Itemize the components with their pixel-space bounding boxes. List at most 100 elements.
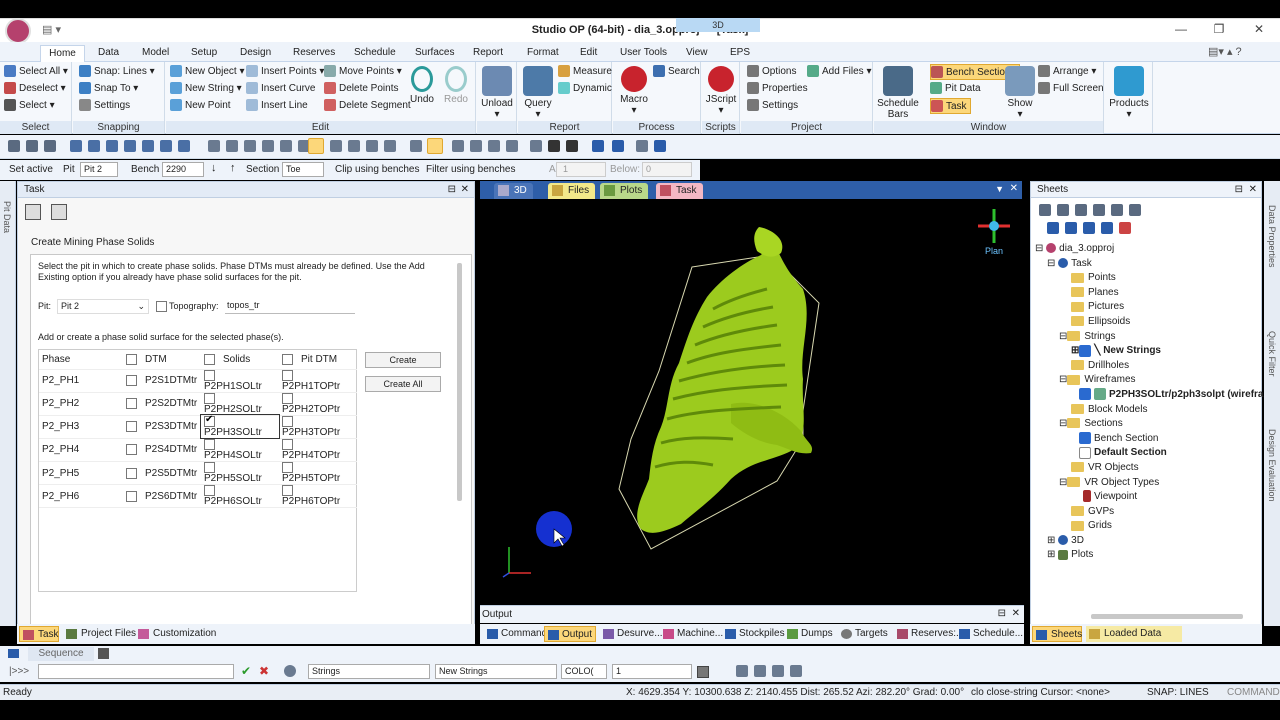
- plan-orientation-icon[interactable]: [978, 209, 1010, 243]
- bench-down-arrow-icon[interactable]: ↓: [211, 162, 217, 174]
- dtm-all-checkbox[interactable]: [126, 353, 137, 365]
- dtm-checkbox[interactable]: [126, 375, 137, 386]
- checkbox-checked-icon[interactable]: [1079, 344, 1092, 357]
- tree-node[interactable]: ⊟ Wireframes: [1035, 373, 1261, 388]
- section-next-icon[interactable]: [506, 140, 518, 152]
- view-plan-icon[interactable]: [208, 140, 220, 152]
- snap-clear-icon[interactable]: [790, 665, 802, 677]
- pit-checkbox[interactable]: [282, 462, 293, 474]
- sheet-filter-icon[interactable]: [1047, 222, 1059, 234]
- tree-node[interactable]: ⊟ VR Object Types: [1035, 476, 1261, 491]
- snap-grid-icon[interactable]: [754, 665, 766, 677]
- dtm-checkbox[interactable]: [126, 421, 137, 433]
- tree-node[interactable]: ⊟ dia_3.opproj: [1035, 242, 1261, 257]
- checkbox-checked-icon[interactable]: [1079, 432, 1091, 445]
- snap-lines-button[interactable]: Snap: Lines ▾: [79, 64, 155, 80]
- redo-button[interactable]: Redo: [442, 66, 470, 105]
- sheet-clear-filter-icon[interactable]: [1119, 222, 1131, 234]
- command-input[interactable]: [38, 664, 234, 679]
- new-string-button[interactable]: New String ▾: [170, 81, 242, 97]
- filter-using-benches-button[interactable]: Filter using benches: [426, 164, 516, 175]
- table-row[interactable]: P2_PH2 P2S2DTMtr P2PH2SOLtr P2PH2TOPtr: [39, 392, 357, 416]
- edit-icon[interactable]: [366, 140, 378, 152]
- object-select[interactable]: New Strings: [435, 664, 557, 679]
- tab-task[interactable]: Task: [656, 183, 703, 199]
- new-object-button[interactable]: New Object ▾: [170, 64, 245, 80]
- solids-all-checkbox[interactable]: [204, 353, 215, 365]
- pin-icon[interactable]: ⊟: [448, 182, 456, 198]
- view-east-icon[interactable]: [262, 140, 274, 152]
- pit-checkbox[interactable]: [282, 438, 293, 450]
- bench-up-arrow-icon[interactable]: ↑: [230, 162, 236, 174]
- sheet-filter-2-icon[interactable]: [1065, 222, 1077, 234]
- step-back-icon[interactable]: [410, 140, 422, 152]
- zoom-extents-icon[interactable]: [142, 140, 154, 152]
- pan-icon[interactable]: [8, 140, 20, 152]
- properties-button[interactable]: Properties: [747, 81, 808, 97]
- lock-icon[interactable]: [654, 140, 666, 152]
- snap-off-icon[interactable]: [772, 665, 784, 677]
- solids-checkbox[interactable]: [204, 462, 215, 474]
- dtm-checkbox[interactable]: [126, 398, 137, 410]
- dtm-checkbox[interactable]: [126, 444, 137, 456]
- collapse-icon[interactable]: ⊟: [1059, 418, 1067, 429]
- arrange-button[interactable]: Arrange ▾: [1038, 64, 1096, 80]
- collapse-icon[interactable]: ⊟: [1059, 374, 1067, 385]
- tab-setup[interactable]: Setup: [191, 45, 217, 62]
- line-width-input[interactable]: 1: [612, 664, 692, 679]
- task-pit-select[interactable]: Pit 2 ⌄: [57, 299, 149, 314]
- bench-up-icon[interactable]: [452, 140, 464, 152]
- tab-machine[interactable]: Machine...: [660, 626, 726, 642]
- pit-checkbox[interactable]: [282, 485, 293, 497]
- layer-select[interactable]: Strings: [308, 664, 430, 679]
- bench-select[interactable]: 2290: [162, 162, 204, 177]
- set-active-label[interactable]: Set active: [9, 164, 53, 175]
- arrow-left-icon[interactable]: [548, 140, 560, 152]
- tree-node[interactable]: Planes: [1035, 286, 1261, 301]
- close-icon[interactable]: ✕: [1252, 22, 1266, 36]
- project-settings-button[interactable]: Settings: [747, 98, 798, 114]
- sheet-tool-3-icon[interactable]: [1075, 204, 1087, 216]
- tab-stockpiles[interactable]: Stockpiles: [722, 626, 788, 642]
- full-screen-button[interactable]: Full Screen: [1038, 81, 1104, 97]
- table-row[interactable]: P2_PH5 P2S5DTMtr P2PH5SOLtr P2PH5TOPtr: [39, 461, 357, 486]
- bench-view-icon[interactable]: [308, 138, 324, 154]
- tree-node[interactable]: ⊟ Task: [1035, 257, 1261, 272]
- tree-node[interactable]: Block Models: [1035, 403, 1261, 418]
- table-row[interactable]: P2_PH6 P2S6DTMtr P2PH6SOLtr P2PH6TOPtr: [39, 484, 357, 509]
- zoom-in-icon[interactable]: [88, 140, 100, 152]
- pit-checkbox[interactable]: [282, 369, 293, 381]
- expand-icon[interactable]: ⊞: [1047, 535, 1058, 546]
- tab-project-files[interactable]: Project Files: [63, 626, 136, 642]
- color-select[interactable]: COLO(: [561, 664, 607, 679]
- clip-using-benches-button[interactable]: Clip using benches: [335, 164, 420, 175]
- form-scrollbar[interactable]: [457, 263, 462, 501]
- sheet-tool-2-icon[interactable]: [1057, 204, 1069, 216]
- tab-model[interactable]: Model: [142, 45, 169, 62]
- topography-input[interactable]: topos_tr: [225, 299, 355, 314]
- tree-node[interactable]: VR Objects: [1035, 461, 1261, 476]
- dtm-checkbox[interactable]: [126, 490, 137, 502]
- tab-command[interactable]: Command: [484, 626, 550, 642]
- above-input[interactable]: 1: [556, 162, 606, 177]
- minimize-icon[interactable]: —: [1174, 22, 1188, 36]
- rotate-icon[interactable]: [26, 140, 38, 152]
- sequence-toggle-icon[interactable]: [8, 649, 19, 658]
- tab-dumps[interactable]: Dumps: [784, 626, 836, 642]
- arrow-right-icon[interactable]: [566, 140, 578, 152]
- select-button[interactable]: Select ▾: [4, 98, 55, 114]
- tab-files[interactable]: Files: [548, 183, 596, 199]
- section-end-icon[interactable]: [530, 140, 542, 152]
- solids-checkbox[interactable]: [204, 438, 215, 450]
- tab-schedule-out[interactable]: Schedule...: [956, 626, 1026, 642]
- quick-filter-dock-tab[interactable]: Quick Filter: [1267, 331, 1277, 377]
- insert-line-button[interactable]: Insert Line: [246, 98, 308, 114]
- design-evaluation-dock-tab[interactable]: Design Evaluation: [1267, 429, 1277, 502]
- jscript-button[interactable]: JScript ▾: [704, 66, 738, 116]
- tree-node[interactable]: ⊟ Strings: [1035, 330, 1261, 345]
- task-button[interactable]: Task: [930, 98, 971, 114]
- below-input[interactable]: 0: [642, 162, 692, 177]
- tab-output[interactable]: Output: [544, 626, 597, 642]
- pit-model-canvas[interactable]: [481, 199, 1022, 600]
- tree-node[interactable]: Pictures: [1035, 300, 1261, 315]
